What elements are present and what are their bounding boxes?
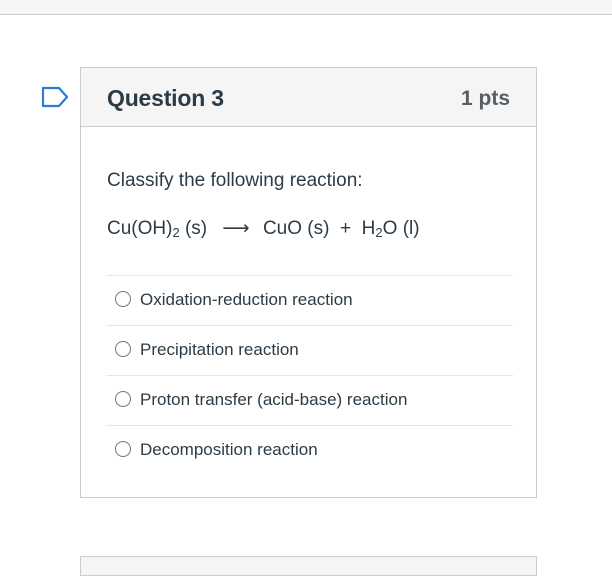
- product-1: CuO (s): [262, 218, 330, 239]
- next-question-card: [80, 556, 537, 576]
- answer-option[interactable]: Decomposition reaction: [107, 426, 513, 475]
- answer-option[interactable]: Proton transfer (acid-base) reaction: [107, 376, 513, 426]
- radio-button[interactable]: [115, 291, 131, 307]
- question-title: Question 3: [107, 85, 224, 111]
- top-strip: [0, 0, 612, 15]
- radio-button[interactable]: [115, 341, 131, 357]
- question-prompt: Classify the following reaction:: [107, 170, 363, 191]
- plus-sign: +: [340, 218, 352, 239]
- answer-option[interactable]: Precipitation reaction: [107, 326, 513, 376]
- answer-option[interactable]: Oxidation-reduction reaction: [107, 276, 513, 326]
- reactant-formula: Cu(OH)2 (s): [107, 218, 208, 240]
- answer-label: Oxidation-reduction reaction: [140, 290, 353, 309]
- question-points: 1 pts: [460, 87, 510, 110]
- flag-question-icon[interactable]: [41, 86, 69, 108]
- answer-list: Oxidation-reduction reaction Precipitati…: [107, 275, 513, 475]
- reaction-equation: Cu(OH)2 (s) ⟶ CuO (s) + H2O (l): [107, 217, 420, 240]
- answer-label: Proton transfer (acid-base) reaction: [140, 390, 408, 409]
- radio-button[interactable]: [115, 441, 131, 457]
- radio-button[interactable]: [115, 391, 131, 407]
- reaction-arrow: ⟶: [222, 218, 250, 239]
- question-header: Question 3 1 pts: [81, 68, 536, 127]
- question-card: Question 3 1 pts Classify the following …: [80, 67, 537, 498]
- product-2: H2O (l): [361, 218, 420, 240]
- answer-label: Decomposition reaction: [140, 440, 318, 459]
- answer-label: Precipitation reaction: [140, 340, 299, 359]
